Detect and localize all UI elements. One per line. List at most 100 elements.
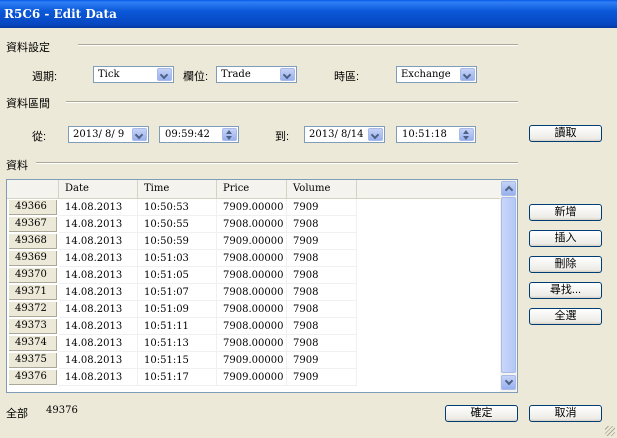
to-time-spinner[interactable]: 10:51:18 — [396, 126, 476, 143]
cell-date[interactable]: 14.08.2013 — [59, 301, 138, 318]
timezone-select[interactable]: Exchange — [396, 66, 477, 83]
row-header[interactable]: 49366 — [9, 200, 57, 215]
cell-date[interactable]: 14.08.2013 — [59, 233, 138, 250]
column-header-price[interactable]: Price — [217, 180, 287, 198]
column-header-date[interactable]: Date — [59, 180, 138, 198]
select-all-button[interactable]: 全選 — [529, 308, 602, 325]
read-button[interactable]: 讀取 — [529, 125, 602, 142]
field-select[interactable]: Trade — [216, 66, 297, 83]
chevron-down-icon[interactable] — [132, 128, 147, 141]
column-header-volume[interactable]: Volume — [287, 180, 357, 198]
table-row[interactable]: 49372 14.08.2013 10:51:09 7908.00000 7908 — [7, 301, 501, 318]
row-header[interactable]: 49372 — [9, 302, 57, 317]
table-row[interactable]: 49371 14.08.2013 10:51:07 7908.00000 7908 — [7, 284, 501, 301]
to-date-picker[interactable]: 2013/ 8/14 — [304, 126, 385, 143]
cell-volume[interactable]: 7909 — [287, 199, 357, 216]
delete-button[interactable]: 刪除 — [529, 256, 602, 273]
cell-price[interactable]: 7908.00000 — [217, 335, 287, 352]
cell-date[interactable]: 14.08.2013 — [59, 216, 138, 233]
cell-price[interactable]: 7908.00000 — [217, 216, 287, 233]
cell-price[interactable]: 7909.00000 — [217, 199, 287, 216]
find-button[interactable]: 尋找... — [529, 282, 602, 299]
cell-date[interactable]: 14.08.2013 — [59, 284, 138, 301]
table-row[interactable]: 49369 14.08.2013 10:51:03 7908.00000 7908 — [7, 250, 501, 267]
cell-time[interactable]: 10:51:05 — [138, 267, 217, 284]
row-header[interactable]: 49367 — [9, 217, 57, 232]
table-row[interactable]: 49368 14.08.2013 10:50:59 7909.00000 7909 — [7, 233, 501, 250]
table-row[interactable]: 49370 14.08.2013 10:51:05 7908.00000 7908 — [7, 267, 501, 284]
cell-price[interactable]: 7909.00000 — [217, 233, 287, 250]
cell-time[interactable]: 10:51:13 — [138, 335, 217, 352]
cell-volume[interactable]: 7908 — [287, 216, 357, 233]
row-header[interactable]: 49373 — [9, 319, 57, 334]
from-date-picker[interactable]: 2013/ 8/ 9 — [68, 126, 149, 143]
cell-volume[interactable]: 7908 — [287, 335, 357, 352]
scroll-down-icon[interactable] — [501, 375, 516, 390]
chevron-down-icon[interactable] — [368, 128, 383, 141]
ok-button[interactable]: 確定 — [445, 405, 518, 422]
cell-date[interactable]: 14.08.2013 — [59, 250, 138, 267]
cell-price[interactable]: 7908.00000 — [217, 318, 287, 335]
cancel-button[interactable]: 取消 — [529, 405, 602, 422]
scroll-thumb[interactable] — [501, 197, 516, 373]
cell-volume[interactable]: 7909 — [287, 233, 357, 250]
row-header[interactable]: 49368 — [9, 234, 57, 249]
table-row[interactable]: 49367 14.08.2013 10:50:55 7908.00000 7908 — [7, 216, 501, 233]
cell-price[interactable]: 7908.00000 — [217, 284, 287, 301]
cell-price[interactable]: 7908.00000 — [217, 267, 287, 284]
cell-price[interactable]: 7908.00000 — [217, 301, 287, 318]
cell-volume[interactable]: 7908 — [287, 250, 357, 267]
row-header[interactable]: 49374 — [9, 336, 57, 351]
cell-volume[interactable]: 7909 — [287, 369, 357, 386]
cell-volume[interactable]: 7908 — [287, 267, 357, 284]
cell-date[interactable]: 14.08.2013 — [59, 199, 138, 216]
table-row[interactable]: 49366 14.08.2013 10:50:53 7909.00000 7909 — [7, 199, 501, 216]
spin-arrows-icon[interactable] — [222, 128, 237, 141]
insert-button[interactable]: 插入 — [529, 230, 602, 247]
vertical-scrollbar[interactable] — [500, 180, 517, 392]
cell-time[interactable]: 10:51:15 — [138, 352, 217, 369]
from-time-spinner[interactable]: 09:59:42 — [159, 126, 239, 143]
section-range-divider — [66, 101, 518, 103]
period-select[interactable]: Tick — [93, 66, 174, 83]
table-row[interactable]: 49375 14.08.2013 10:51:15 7909.00000 7909 — [7, 352, 501, 369]
table-row[interactable]: 49374 14.08.2013 10:51:13 7908.00000 7908 — [7, 335, 501, 352]
cell-date[interactable]: 14.08.2013 — [59, 335, 138, 352]
cell-time[interactable]: 10:51:03 — [138, 250, 217, 267]
row-header[interactable]: 49375 — [9, 353, 57, 368]
spin-arrows-icon[interactable] — [459, 128, 474, 141]
chevron-down-icon[interactable] — [460, 68, 475, 81]
cell-time[interactable]: 10:50:55 — [138, 216, 217, 233]
row-header[interactable]: 49369 — [9, 251, 57, 266]
cell-volume[interactable]: 7908 — [287, 284, 357, 301]
resize-grip-icon[interactable] — [605, 426, 615, 436]
cell-time[interactable]: 10:51:17 — [138, 369, 217, 386]
cell-date[interactable]: 14.08.2013 — [59, 267, 138, 284]
cell-time[interactable]: 10:51:11 — [138, 318, 217, 335]
cell-date[interactable]: 14.08.2013 — [59, 369, 138, 386]
period-value: Tick — [98, 69, 120, 80]
table-row[interactable]: 49376 14.08.2013 10:51:17 7909.00000 7909 — [7, 369, 501, 386]
column-header-time[interactable]: Time — [138, 180, 217, 198]
cell-date[interactable]: 14.08.2013 — [59, 352, 138, 369]
chevron-down-icon[interactable] — [280, 68, 295, 81]
cell-volume[interactable]: 7909 — [287, 352, 357, 369]
cell-price[interactable]: 7909.00000 — [217, 352, 287, 369]
cell-time[interactable]: 10:50:53 — [138, 199, 217, 216]
chevron-down-icon[interactable] — [157, 68, 172, 81]
cell-date[interactable]: 14.08.2013 — [59, 318, 138, 335]
add-button[interactable]: 新增 — [529, 204, 602, 221]
data-grid[interactable]: Date Time Price Volume 49366 14.08.2013 10… — [6, 179, 518, 393]
cell-price[interactable]: 7908.00000 — [217, 250, 287, 267]
scroll-up-icon[interactable] — [501, 181, 516, 196]
cell-time[interactable]: 10:50:59 — [138, 233, 217, 250]
table-row[interactable]: 49373 14.08.2013 10:51:11 7908.00000 7908 — [7, 318, 501, 335]
cell-volume[interactable]: 7908 — [287, 301, 357, 318]
cell-time[interactable]: 10:51:09 — [138, 301, 217, 318]
row-header[interactable]: 49371 — [9, 285, 57, 300]
cell-time[interactable]: 10:51:07 — [138, 284, 217, 301]
row-header[interactable]: 49370 — [9, 268, 57, 283]
cell-price[interactable]: 7909.00000 — [217, 369, 287, 386]
cell-volume[interactable]: 7908 — [287, 318, 357, 335]
row-header[interactable]: 49376 — [9, 370, 57, 385]
